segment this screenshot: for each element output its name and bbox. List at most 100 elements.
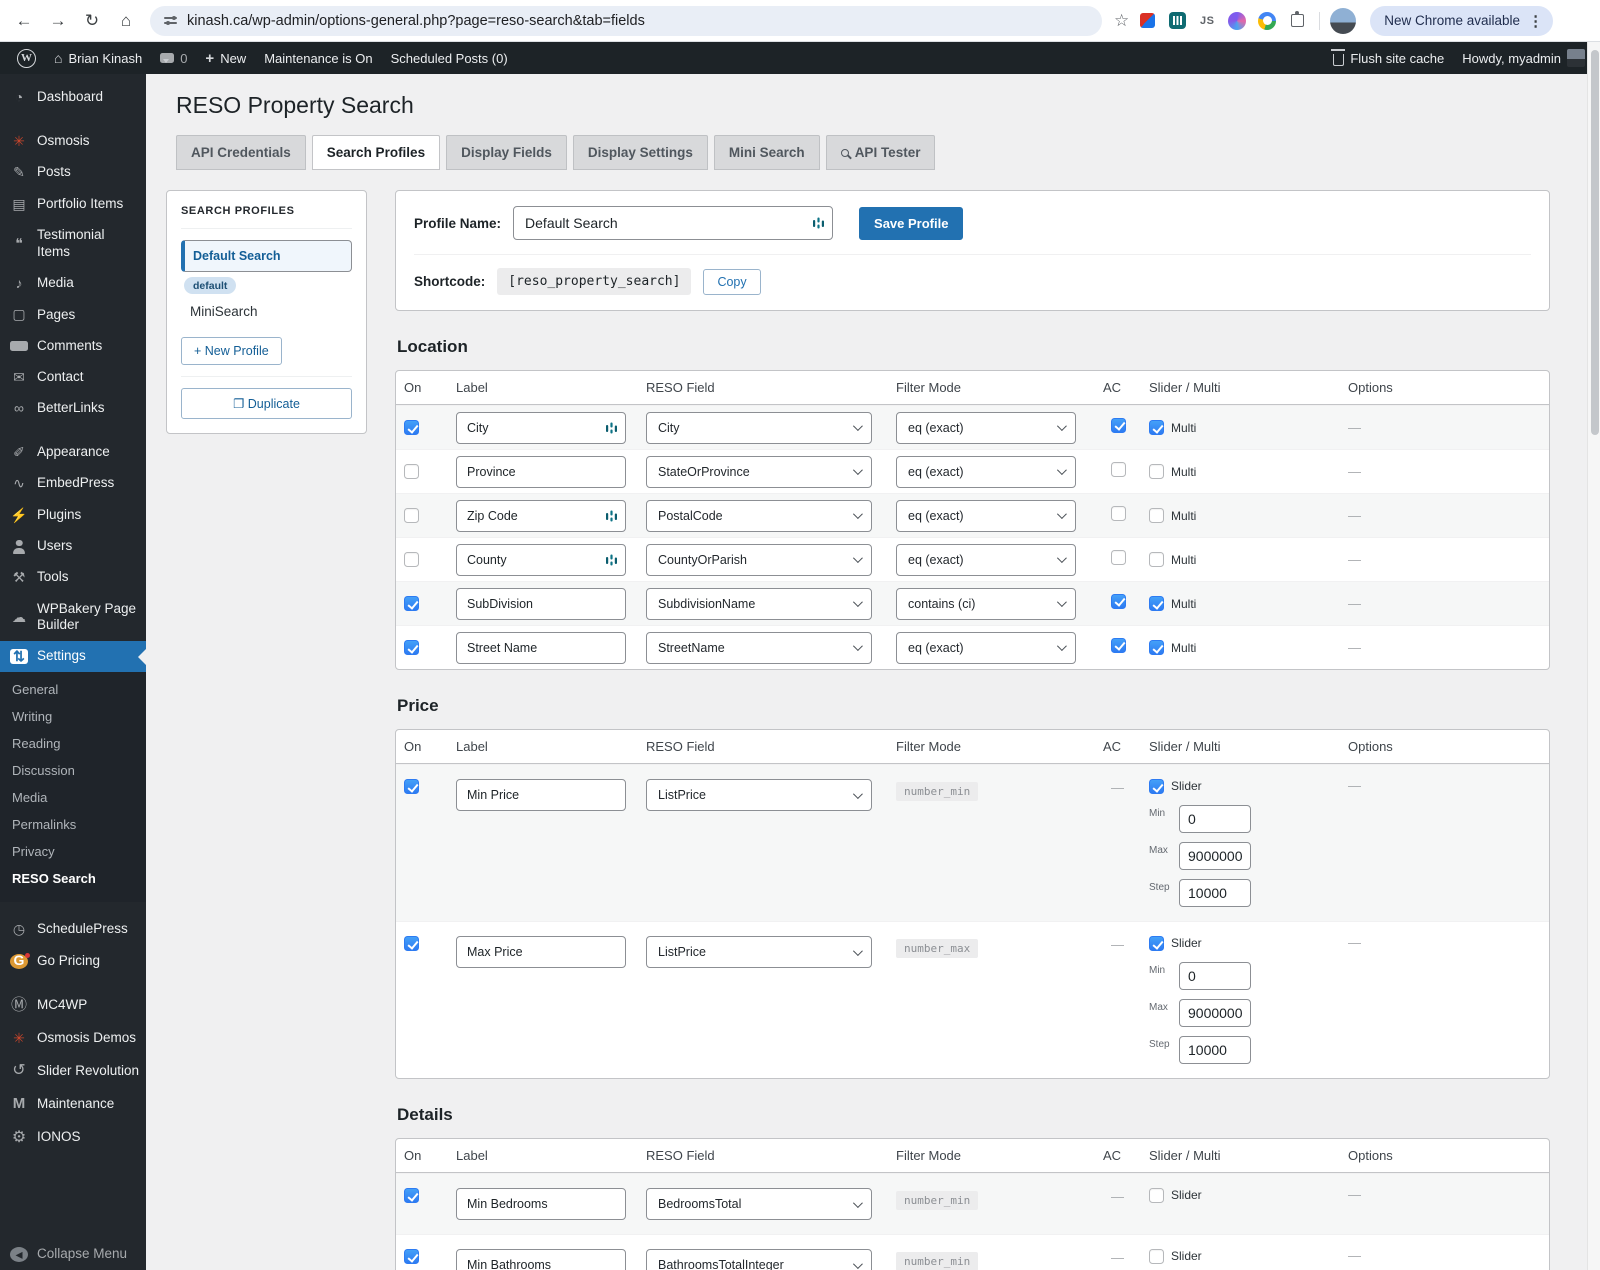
profile-item-default-search[interactable]: Default Search (181, 240, 352, 272)
reso-field-select-min-bathrooms[interactable]: BathroomsTotalInteger (646, 1249, 872, 1270)
maintenance-status-menu[interactable]: Maintenance is On (255, 42, 381, 74)
sidebar-item-testimonial-items[interactable]: ❝ Testimonial Items (0, 220, 146, 268)
reso-field-select-province[interactable]: StateOrProvince (646, 455, 872, 488)
forward-icon[interactable]: → (44, 7, 72, 35)
profile-item-minisearch[interactable]: MiniSearch (181, 296, 352, 327)
sidebar-item-collapse-menu[interactable]: ◂ Collapse Menu (0, 1239, 146, 1270)
on-checkbox-city[interactable] (404, 420, 419, 435)
slider-step-input-max-price[interactable] (1179, 1036, 1251, 1064)
extension-icon-2[interactable] (1165, 9, 1189, 33)
submenu-item-discussion[interactable]: Discussion (0, 757, 146, 784)
comments-menu[interactable]: 0 (151, 42, 196, 74)
ac-checkbox-street-name[interactable] (1111, 637, 1126, 653)
tab-mini-search[interactable]: Mini Search (713, 135, 820, 170)
reso-field-select-max-price[interactable]: ListPrice (646, 936, 872, 968)
slider-max-input-max-price[interactable] (1179, 999, 1251, 1027)
sidebar-item-tools[interactable]: ⚒ Tools (0, 562, 146, 594)
scrollbar-thumb[interactable] (1590, 50, 1599, 435)
ac-checkbox-subdivision[interactable] (1111, 593, 1126, 609)
slider-checkbox-min-bedrooms[interactable] (1149, 1188, 1164, 1203)
back-icon[interactable]: ← (10, 7, 38, 35)
slider-max-input-min-price[interactable] (1179, 842, 1251, 870)
sidebar-item-settings[interactable]: ⇅ Settings (0, 641, 146, 673)
multi-checkbox-province[interactable] (1149, 464, 1164, 479)
slider-step-input-min-price[interactable] (1179, 879, 1251, 907)
sidebar-item-portfolio-items[interactable]: ▤ Portfolio Items (0, 189, 146, 221)
new-chrome-pill[interactable]: New Chrome available ⋮ (1370, 5, 1554, 36)
on-checkbox-subdivision[interactable] (404, 596, 419, 611)
slider-min-input-min-price[interactable] (1179, 805, 1251, 833)
filter-mode-select-county[interactable]: eq (exact) (896, 543, 1076, 576)
sidebar-item-maintenance[interactable]: M Maintenance (0, 1088, 146, 1121)
sidebar-item-osmosis[interactable]: ✳ Osmosis (0, 126, 146, 158)
site-name-menu[interactable]: ⌂ Brian Kinash (45, 42, 151, 74)
label-input-county[interactable] (456, 543, 626, 576)
slider-checkbox-max-price[interactable] (1149, 936, 1164, 951)
address-bar[interactable]: kinash.ca/wp-admin/options-general.php?p… (150, 5, 1102, 36)
label-input-min-bedrooms[interactable] (456, 1188, 626, 1220)
on-checkbox-max-price[interactable] (404, 936, 419, 951)
site-settings-icon[interactable] (164, 14, 177, 27)
sidebar-item-users[interactable]: Users (0, 531, 146, 562)
ac-checkbox-city[interactable] (1111, 417, 1126, 433)
extensions-puzzle-icon[interactable] (1285, 9, 1309, 33)
on-checkbox-min-bathrooms[interactable] (404, 1249, 419, 1264)
duplicate-profile-button[interactable]: ❐ Duplicate (181, 388, 352, 419)
kebab-menu-icon[interactable]: ⋮ (1528, 12, 1543, 30)
sidebar-item-betterlinks[interactable]: ∞ BetterLinks (0, 393, 146, 425)
bookmark-star-icon[interactable]: ☆ (1114, 11, 1129, 31)
sidebar-item-media[interactable]: ♪ Media (0, 268, 146, 300)
multi-checkbox-county[interactable] (1149, 552, 1164, 567)
new-profile-button[interactable]: + New Profile (181, 337, 282, 365)
submenu-item-media[interactable]: Media (0, 784, 146, 811)
sidebar-item-mc4wp[interactable]: Ⓜ MC4WP (0, 989, 146, 1023)
extension-icon-1[interactable] (1135, 9, 1159, 33)
slider-min-input-max-price[interactable] (1179, 962, 1251, 990)
extension-icon-4[interactable] (1225, 9, 1249, 33)
reso-field-select-street-name[interactable]: StreetName (646, 631, 872, 664)
filter-mode-select-zip-code[interactable]: eq (exact) (896, 499, 1076, 532)
label-input-city[interactable] (456, 411, 626, 444)
browser-profile-avatar[interactable] (1330, 7, 1357, 34)
ac-checkbox-province[interactable] (1111, 461, 1126, 477)
on-checkbox-min-price[interactable] (404, 779, 419, 794)
sidebar-item-appearance[interactable]: ✐ Appearance (0, 437, 146, 469)
sidebar-item-comments[interactable]: Comments (0, 331, 146, 362)
sidebar-item-go-pricing[interactable]: G Go Pricing (0, 946, 146, 977)
on-checkbox-street-name[interactable] (404, 640, 419, 655)
home-icon[interactable]: ⌂ (112, 7, 140, 35)
tab-search-profiles[interactable]: Search Profiles (311, 135, 441, 170)
multi-checkbox-subdivision[interactable] (1149, 596, 1164, 611)
filter-mode-select-street-name[interactable]: eq (exact) (896, 631, 1076, 664)
save-profile-button[interactable]: Save Profile (859, 206, 964, 240)
tab-api-credentials[interactable]: API Credentials (176, 135, 306, 170)
submenu-item-reso-search[interactable]: RESO Search (0, 865, 146, 892)
sidebar-item-osmosis-demos[interactable]: ✳ Osmosis Demos (0, 1023, 146, 1055)
label-input-province[interactable] (456, 455, 626, 488)
sidebar-item-plugins[interactable]: ⚡ Plugins (0, 500, 146, 532)
extension-icon-5[interactable] (1255, 9, 1279, 33)
reso-field-select-min-bedrooms[interactable]: BedroomsTotal (646, 1188, 872, 1220)
new-content-menu[interactable]: + New (196, 42, 255, 74)
ac-checkbox-county[interactable] (1111, 549, 1126, 565)
sidebar-item-contact[interactable]: ✉ Contact (0, 362, 146, 394)
extension-icon-js[interactable]: JS (1195, 9, 1219, 33)
sidebar-item-posts[interactable]: ✎ Posts (0, 157, 146, 189)
submenu-item-general[interactable]: General (0, 676, 146, 703)
reso-field-select-county[interactable]: CountyOrParish (646, 543, 872, 576)
slider-checkbox-min-bathrooms[interactable] (1149, 1249, 1164, 1264)
sidebar-item-pages[interactable]: ▢ Pages (0, 299, 146, 331)
on-checkbox-province[interactable] (404, 464, 419, 479)
reso-field-select-zip-code[interactable]: PostalCode (646, 499, 872, 532)
on-checkbox-zip-code[interactable] (404, 508, 419, 523)
filter-mode-select-province[interactable]: eq (exact) (896, 455, 1076, 488)
filter-mode-select-city[interactable]: eq (exact) (896, 411, 1076, 444)
reso-field-select-min-price[interactable]: ListPrice (646, 779, 872, 811)
tab-display-fields[interactable]: Display Fields (446, 135, 567, 170)
reso-field-select-city[interactable]: City (646, 411, 872, 444)
label-input-max-price[interactable] (456, 936, 626, 968)
submenu-item-permalinks[interactable]: Permalinks (0, 811, 146, 838)
label-input-min-bathrooms[interactable] (456, 1249, 626, 1270)
on-checkbox-county[interactable] (404, 552, 419, 567)
profile-name-input[interactable] (513, 206, 834, 240)
